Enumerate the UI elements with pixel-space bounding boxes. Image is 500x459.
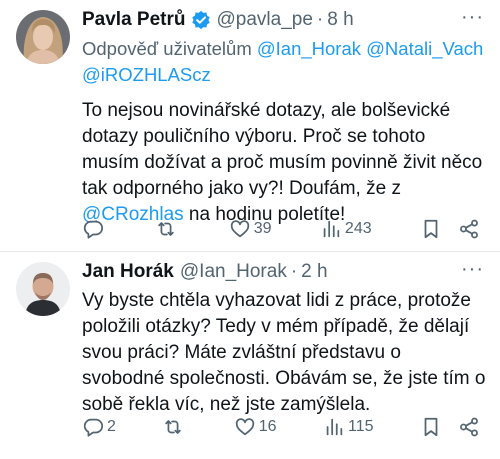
author-name[interactable]: Pavla Petrů (82, 9, 186, 31)
tweet-text-part: To nejsou novinářské dotazy, ale bolševi… (82, 100, 483, 199)
verified-badge-icon (191, 10, 211, 30)
tweet-header: Jan Horák @Ian_Horak · 2 h (82, 258, 486, 286)
tweet-text: To nejsou novinářské dotazy, ale bolševi… (82, 98, 486, 228)
share-button[interactable] (458, 416, 480, 438)
reply-icon (83, 418, 104, 437)
avatar[interactable] (16, 10, 70, 64)
timestamp[interactable]: 8 h (327, 9, 353, 31)
secondary-actions (420, 218, 480, 240)
mention-link[interactable]: @Natali_Vach (366, 38, 483, 59)
reply-button[interactable]: 2 (82, 416, 116, 438)
tweet-header: Pavla Petrů @pavla_pe · 8 h (82, 6, 486, 34)
bookmark-icon (424, 417, 438, 437)
avatar-photo (16, 10, 70, 64)
share-icon (460, 417, 478, 437)
like-icon (230, 220, 249, 238)
mention-link[interactable]: @iROZHLAScz (82, 64, 211, 85)
more-options-icon[interactable]: ··· (461, 6, 484, 29)
author-handle[interactable]: @pavla_pe (217, 9, 313, 31)
views-icon (326, 418, 343, 436)
action-bar: 39 243 (82, 218, 480, 240)
separator-dot: · (290, 261, 298, 282)
retweet-icon (165, 420, 182, 434)
retweet-button[interactable] (162, 416, 187, 438)
reply-icon (83, 220, 104, 239)
views-button[interactable]: 243 (320, 218, 372, 240)
more-options-icon[interactable]: ··· (461, 258, 484, 281)
like-count: 16 (258, 418, 277, 435)
like-count: 39 (253, 220, 272, 237)
tweet-jan: Jan Horák @Ian_Horak · 2 h ··· Vy byste … (0, 252, 500, 459)
views-button[interactable]: 115 (323, 416, 374, 438)
bookmark-button[interactable] (420, 416, 442, 438)
secondary-actions (420, 416, 480, 438)
retweet-icon (158, 222, 175, 236)
mention-link[interactable]: @Ian_Horak (257, 38, 361, 59)
reply-count: 2 (107, 418, 116, 435)
author-handle[interactable]: @Ian_Horak (180, 261, 287, 283)
avatar-photo (16, 262, 70, 316)
share-button[interactable] (458, 218, 480, 240)
share-icon (460, 219, 478, 239)
bookmark-icon (424, 219, 438, 239)
author-name[interactable]: Jan Horák (82, 261, 174, 283)
reply-context: Odpověď uživatelům @Ian_Horak @Natali_Va… (82, 36, 486, 88)
reply-button[interactable] (82, 218, 107, 240)
timestamp[interactable]: 2 h (301, 261, 327, 283)
views-count: 115 (348, 418, 374, 435)
views-count: 243 (344, 220, 372, 237)
like-button[interactable]: 39 (229, 218, 272, 240)
separator-dot: · (316, 9, 324, 30)
like-button[interactable]: 16 (234, 416, 277, 438)
retweet-button[interactable] (155, 218, 180, 240)
views-icon (323, 220, 340, 238)
like-icon (235, 418, 254, 436)
bookmark-button[interactable] (420, 218, 442, 240)
tweet-text: Vy byste chtěla vyhazovat lidi z práce, … (82, 290, 486, 415)
action-bar: 2 16 115 (82, 416, 480, 438)
reply-prefix: Odpověď uživatelům (82, 38, 252, 59)
avatar[interactable] (16, 262, 70, 316)
tweet-pavla: Pavla Petrů @pavla_pe · 8 h ··· Odpověď … (0, 0, 500, 251)
